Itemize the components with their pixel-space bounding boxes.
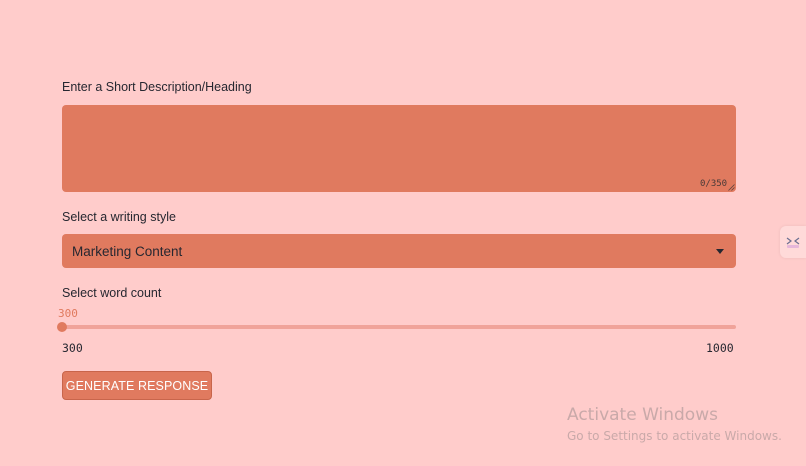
slider-current-value: 300	[58, 307, 78, 320]
streamlit-deploy-icon	[786, 237, 800, 248]
side-widget[interactable]	[780, 226, 806, 258]
writing-style-selected-value: Marketing Content	[72, 243, 183, 259]
activate-windows-title: Activate Windows	[567, 405, 718, 425]
writing-style-select[interactable]: Marketing Content	[62, 234, 736, 268]
activate-windows-subtitle: Go to Settings to activate Windows.	[567, 429, 782, 443]
word-count-slider-track[interactable]	[62, 325, 736, 329]
writing-style-label: Select a writing style	[62, 210, 176, 224]
word-count-label: Select word count	[62, 286, 162, 300]
generate-response-button[interactable]: GENERATE RESPONSE	[62, 371, 212, 400]
slider-min-label: 300	[62, 341, 83, 355]
description-textarea[interactable]	[62, 105, 736, 192]
chevron-down-icon	[716, 248, 724, 254]
slider-max-label: 1000	[706, 341, 734, 355]
word-count-slider-thumb[interactable]	[57, 322, 67, 332]
char-counter: 0/350	[700, 179, 728, 189]
description-label: Enter a Short Description/Heading	[62, 80, 252, 94]
resize-handle-icon[interactable]	[728, 184, 735, 191]
